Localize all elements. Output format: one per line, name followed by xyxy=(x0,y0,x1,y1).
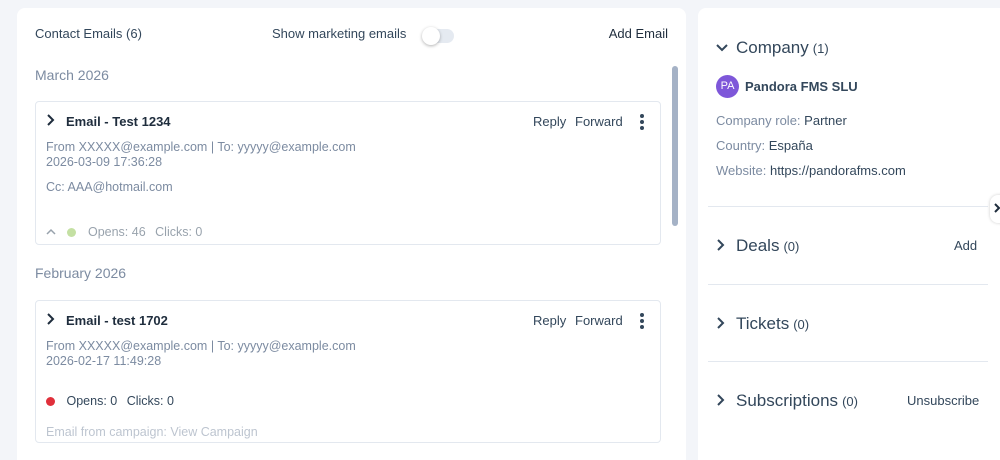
company-name-link[interactable]: Pandora FMS SLU xyxy=(745,79,858,94)
email-from-to: From XXXXX@example.com | To: yyyyy@examp… xyxy=(46,140,356,154)
add-email-button[interactable]: Add Email xyxy=(609,26,668,41)
clicks-count: Clicks: 0 xyxy=(155,225,203,239)
company-role-key: Company role: xyxy=(716,113,801,128)
reply-button[interactable]: Reply xyxy=(533,313,566,328)
subscriptions-section-title: Subscriptions xyxy=(736,391,839,410)
tickets-section-header[interactable]: Tickets (0) xyxy=(716,314,809,334)
email-subject[interactable]: Email - test 1702 xyxy=(66,313,168,328)
chevron-right-icon[interactable] xyxy=(716,316,730,332)
add-deal-button[interactable]: Add xyxy=(954,238,977,253)
company-count: (1) xyxy=(812,41,829,56)
month-heading: March 2026 xyxy=(35,67,109,83)
chevron-up-icon[interactable] xyxy=(46,225,58,239)
company-section-header[interactable]: Company (1) xyxy=(716,38,829,58)
emails-title: Contact Emails (6) xyxy=(35,26,142,41)
email-cc: Cc: AAA@hotmail.com xyxy=(46,180,173,194)
company-section-title: Company xyxy=(736,38,809,57)
marketing-toggle[interactable] xyxy=(422,27,454,45)
subscriptions-section-header[interactable]: Subscriptions (0) xyxy=(716,391,858,411)
deals-count: (0) xyxy=(783,239,800,254)
company-website: Website: https://pandorafms.com xyxy=(716,163,906,178)
email-datetime: 2026-02-17 11:49:28 xyxy=(46,354,162,368)
forward-button[interactable]: Forward xyxy=(575,313,623,328)
toggle-knob[interactable] xyxy=(422,27,440,45)
chevron-down-icon[interactable] xyxy=(716,40,730,56)
forward-button[interactable]: Forward xyxy=(575,114,623,129)
email-from-to: From XXXXX@example.com | To: yyyyy@examp… xyxy=(46,339,356,353)
more-options-icon[interactable] xyxy=(634,311,650,331)
more-options-icon[interactable] xyxy=(634,112,650,132)
chevron-right-icon[interactable] xyxy=(716,238,730,254)
chevron-right-icon[interactable] xyxy=(46,114,56,128)
company-country-value: España xyxy=(768,138,813,153)
email-tracking-row: Opens: 0 Clicks: 0 xyxy=(46,394,174,408)
divider xyxy=(708,361,988,362)
company-country-key: Country: xyxy=(716,138,766,153)
chevron-right-icon[interactable] xyxy=(46,313,56,327)
opens-count: Opens: 46 xyxy=(87,225,146,239)
company-avatar: PA xyxy=(716,75,739,98)
contact-emails-panel: Contact Emails (6) Show marketing emails… xyxy=(17,8,686,460)
marketing-toggle-label: Show marketing emails xyxy=(272,26,407,41)
deals-section-title: Deals xyxy=(736,236,780,255)
emails-header: Contact Emails (6) Show marketing emails… xyxy=(17,8,686,58)
scrollbar-thumb[interactable] xyxy=(672,66,678,226)
month-heading: February 2026 xyxy=(35,265,127,281)
company-role-value: Partner xyxy=(804,113,847,128)
subscriptions-count: (0) xyxy=(842,394,858,409)
record-sidebar: Company (1) PA Pandora FMS SLU Company ro… xyxy=(698,8,1000,460)
campaign-link[interactable]: Email from campaign: View Campaign xyxy=(46,425,258,439)
opens-count: Opens: 0 xyxy=(66,394,118,408)
company-website-key: Website: xyxy=(716,163,767,178)
divider xyxy=(708,206,988,207)
tickets-count: (0) xyxy=(793,317,810,332)
email-datetime: 2026-03-09 17:36:28 xyxy=(46,155,163,169)
email-card[interactable]: Email - test 1702 Reply Forward From XXX… xyxy=(35,300,661,443)
deals-section-header[interactable]: Deals (0) xyxy=(716,236,799,256)
chevron-right-icon[interactable] xyxy=(716,393,730,409)
reply-button[interactable]: Reply xyxy=(533,114,566,129)
tickets-section-title: Tickets xyxy=(736,314,790,333)
company-role: Company role: Partner xyxy=(716,113,847,128)
status-dot xyxy=(46,397,55,407)
email-card[interactable]: Email - Test 1234 Reply Forward From XXX… xyxy=(35,101,661,245)
company-country: Country: España xyxy=(716,138,813,153)
collapse-sidebar-icon[interactable] xyxy=(990,195,1000,223)
status-dot xyxy=(67,228,77,238)
email-subject[interactable]: Email - Test 1234 xyxy=(66,114,171,129)
unsubscribe-button[interactable]: Unsubscribe xyxy=(907,393,979,408)
divider xyxy=(708,284,988,285)
company-website-value[interactable]: https://pandorafms.com xyxy=(770,163,906,178)
clicks-count: Clicks: 0 xyxy=(126,394,174,408)
email-tracking-row: Opens: 46 Clicks: 0 xyxy=(46,225,202,239)
